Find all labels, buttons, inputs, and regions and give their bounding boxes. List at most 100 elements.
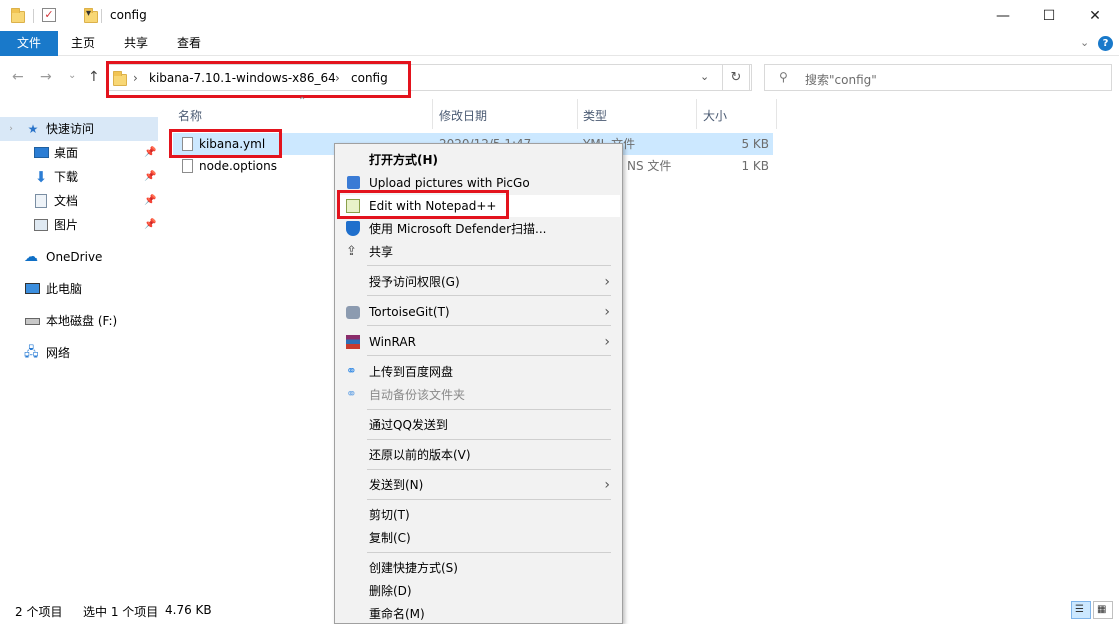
up-arrow-icon[interactable]: ↑	[88, 69, 100, 85]
tab-share[interactable]: 共享	[115, 31, 157, 56]
cloud-icon: ☁	[24, 249, 38, 265]
help-icon[interactable]: ?	[1098, 36, 1113, 51]
sidebar-item-label: 此电脑	[46, 282, 83, 296]
menu-item-cut[interactable]: 剪切(T)	[337, 504, 620, 526]
menu-separator	[367, 325, 611, 326]
sidebar-item-label: 网络	[46, 346, 71, 360]
column-header-date[interactable]: 修改日期	[433, 99, 577, 131]
file-type: NS 文件	[627, 159, 672, 173]
column-header-name[interactable]: 名称	[170, 99, 432, 131]
sidebar-item-desktop[interactable]: 桌面 📌	[0, 141, 158, 165]
baidu-netdisk-icon: ⚭	[346, 364, 357, 379]
menu-item-label: 发送到(N)	[369, 478, 424, 492]
menu-separator	[367, 499, 611, 500]
maximize-button[interactable]: ☐	[1026, 0, 1072, 31]
column-label: 修改日期	[439, 109, 488, 123]
menu-item-restore-versions[interactable]: 还原以前的版本(V)	[337, 444, 620, 466]
tab-file[interactable]: 文件	[0, 31, 58, 56]
sidebar-item-label: 文档	[54, 194, 79, 208]
menu-item-label: 还原以前的版本(V)	[369, 448, 471, 462]
menu-item-auto-backup[interactable]: ⚭ 自动备份该文件夹	[337, 384, 620, 406]
sidebar-item-local-disk[interactable]: 本地磁盘 (F:)	[0, 309, 158, 333]
menu-item-upload-baidu[interactable]: ⚭ 上传到百度网盘	[337, 361, 620, 383]
menu-item-label: 创建快捷方式(S)	[369, 561, 458, 575]
menu-item-defender-scan[interactable]: 使用 Microsoft Defender扫描...	[337, 218, 620, 240]
title-bar: ✓ ▾ config — ☐ ✕	[0, 0, 1119, 31]
folder-icon	[11, 8, 25, 23]
forward-arrow-icon[interactable]: →	[40, 69, 52, 85]
status-bar: 2 个项目 选中 1 个项目 4.76 KB ☰ ▦	[0, 597, 1119, 624]
sidebar-item-network[interactable]: 🖧 网络	[0, 341, 158, 365]
file-list: ⌃ 名称 修改日期 类型 大小 kibana.yml 2020/12/5 1:4…	[160, 96, 1119, 597]
navigation-pane: › ★ 快速访问 桌面 📌 ⬇ 下载 📌 文档 📌 图片 📌 ☁ OneDriv…	[0, 99, 160, 597]
menu-item-tortoisegit[interactable]: TortoiseGit(T) ›	[337, 301, 620, 323]
menu-item-label: 剪切(T)	[369, 508, 410, 522]
file-highlight-box	[169, 129, 282, 158]
search-box[interactable]: ⚲ 搜索"config"	[764, 64, 1112, 91]
menu-item-label: Upload pictures with PicGo	[369, 176, 530, 190]
pin-icon[interactable]: 📌	[144, 165, 156, 189]
menu-separator	[367, 295, 611, 296]
column-header-type[interactable]: 类型	[578, 99, 696, 131]
winrar-icon	[346, 335, 360, 349]
submenu-arrow-icon: ›	[604, 477, 610, 493]
back-arrow-icon[interactable]: ←	[12, 69, 24, 85]
expand-ribbon-icon[interactable]: ⌄	[1080, 36, 1089, 49]
menu-item-create-shortcut[interactable]: 创建快捷方式(S)	[337, 557, 620, 579]
menu-separator	[367, 552, 611, 553]
customize-toolbar-icon[interactable]: ▾	[86, 8, 91, 26]
file-size: 1 KB	[741, 159, 769, 173]
menu-separator	[367, 265, 611, 266]
close-button[interactable]: ✕	[1072, 0, 1118, 31]
large-icons-view-button[interactable]: ▦	[1093, 601, 1113, 619]
menu-item-send-to[interactable]: 发送到(N) ›	[337, 474, 620, 496]
menu-item-send-qq[interactable]: 通过QQ发送到	[337, 414, 620, 436]
star-icon: ★	[27, 122, 39, 136]
sidebar-item-this-pc[interactable]: 此电脑	[0, 277, 158, 301]
sidebar-item-onedrive[interactable]: ☁ OneDrive	[0, 245, 158, 269]
menu-item-label: TortoiseGit(T)	[369, 305, 450, 319]
menu-item-grant-access[interactable]: 授予访问权限(G) ›	[337, 271, 620, 293]
sidebar-item-label: 快速访问	[46, 122, 95, 136]
pictures-icon	[34, 219, 48, 231]
title-separator	[101, 9, 102, 23]
minimize-button[interactable]: —	[980, 0, 1026, 31]
tab-view[interactable]: 查看	[168, 31, 210, 56]
column-divider[interactable]	[776, 99, 777, 129]
menu-item-label: 复制(C)	[369, 531, 411, 545]
column-header-size[interactable]: 大小	[697, 99, 777, 131]
refresh-button[interactable]: ↻	[722, 64, 750, 91]
sidebar-item-quick-access[interactable]: › ★ 快速访问	[0, 117, 158, 141]
tab-home[interactable]: 主页	[62, 31, 104, 56]
sidebar-item-downloads[interactable]: ⬇ 下载 📌	[0, 165, 158, 189]
details-view-button[interactable]: ☰	[1071, 601, 1091, 619]
search-icon: ⚲	[779, 70, 788, 84]
menu-separator	[367, 409, 611, 410]
menu-separator	[367, 355, 611, 356]
menu-item-label: 自动备份该文件夹	[369, 388, 466, 402]
menu-item-open-with[interactable]: 打开方式(H)	[337, 149, 620, 171]
file-size: 5 KB	[741, 137, 769, 151]
submenu-arrow-icon: ›	[604, 304, 610, 320]
menu-item-share[interactable]: ⇪ 共享	[337, 241, 620, 263]
pin-icon[interactable]: 📌	[144, 189, 156, 213]
pin-icon[interactable]: 📌	[144, 213, 156, 237]
sidebar-item-pictures[interactable]: 图片 📌	[0, 213, 158, 237]
menu-item-label: 删除(D)	[369, 584, 412, 598]
properties-icon[interactable]: ✓	[42, 8, 56, 22]
sidebar-item-label: 下载	[54, 170, 79, 184]
search-input[interactable]: 搜索"config"	[805, 71, 877, 88]
recent-locations-icon[interactable]: ⌄	[68, 70, 76, 81]
menu-item-copy[interactable]: 复制(C)	[337, 527, 620, 549]
computer-icon	[25, 283, 40, 294]
chevron-down-icon[interactable]: ›	[4, 122, 18, 136]
status-item-count: 2 个项目	[15, 605, 63, 619]
menu-item-winrar[interactable]: WinRAR ›	[337, 331, 620, 353]
tortoisegit-icon	[346, 306, 360, 319]
status-selection-size: 4.76 KB	[165, 603, 212, 617]
address-dropdown-icon[interactable]: ⌄	[700, 70, 709, 83]
column-label: 类型	[583, 109, 608, 123]
pin-icon[interactable]: 📌	[144, 141, 156, 165]
sidebar-item-documents[interactable]: 文档 📌	[0, 189, 158, 213]
address-highlight-box	[106, 61, 411, 98]
